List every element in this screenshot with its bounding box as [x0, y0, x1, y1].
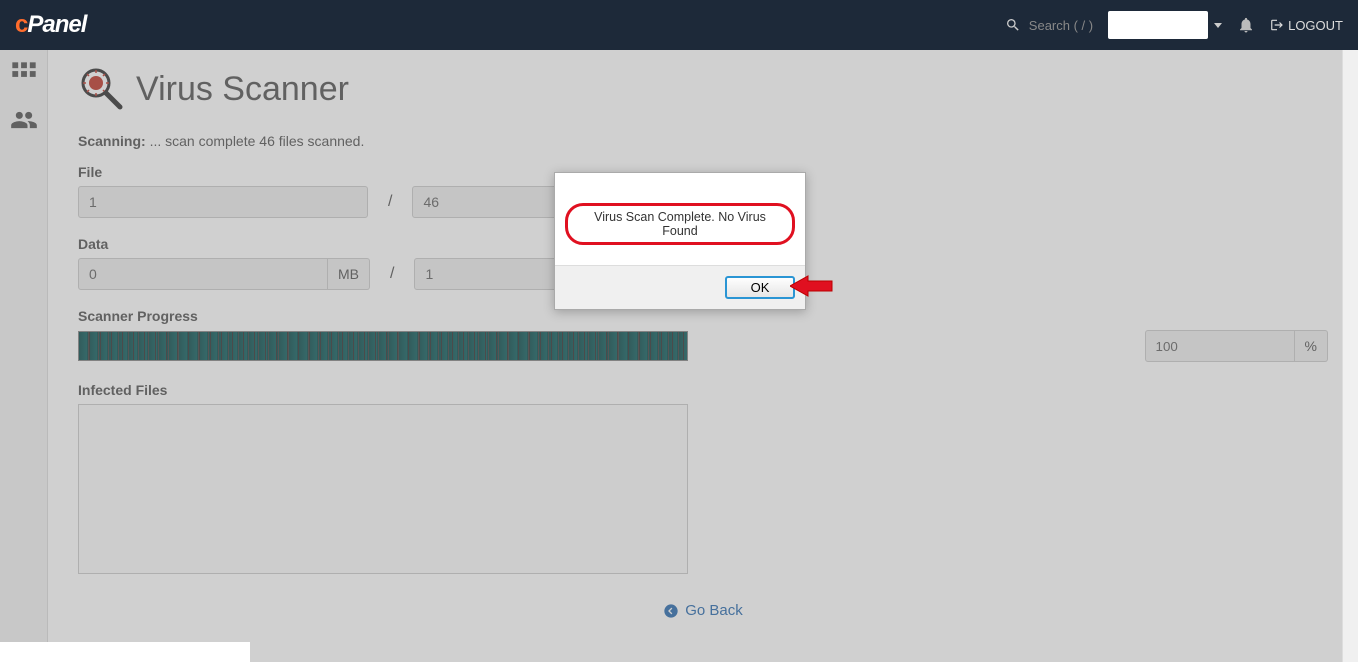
logout-icon: [1270, 18, 1284, 32]
arrow-left-circle-icon: [663, 603, 679, 619]
virus-scanner-icon: [78, 65, 126, 113]
notifications-icon[interactable]: [1237, 16, 1255, 34]
user-dropdown[interactable]: [1108, 11, 1208, 39]
modal-message: Virus Scan Complete. No Virus Found: [565, 203, 795, 245]
search-box[interactable]: Search ( / ): [1005, 17, 1093, 33]
data-current-input: [78, 258, 328, 290]
divider: /: [388, 193, 392, 211]
file-current-input: [78, 186, 368, 218]
logout-button[interactable]: LOGOUT: [1270, 18, 1343, 33]
chevron-down-icon[interactable]: [1214, 23, 1222, 28]
ok-button[interactable]: OK: [725, 276, 795, 299]
logout-label: LOGOUT: [1288, 18, 1343, 33]
progress-percent-input: [1145, 330, 1295, 362]
data-unit: MB: [328, 258, 370, 290]
footer-spacer: [0, 642, 250, 662]
divider: /: [390, 265, 394, 283]
percent-symbol: %: [1295, 330, 1328, 362]
scrollbar[interactable]: [1342, 50, 1358, 662]
infected-files-label: Infected Files: [78, 382, 1328, 398]
sidebar-users-icon[interactable]: [10, 106, 38, 134]
search-placeholder: Search ( / ): [1029, 18, 1093, 33]
go-back-link[interactable]: Go Back: [663, 602, 743, 619]
search-icon: [1005, 17, 1021, 33]
sidebar-apps-icon[interactable]: [10, 60, 38, 88]
progress-label: Scanner Progress: [78, 308, 1328, 324]
logo[interactable]: cPanel: [15, 11, 86, 39]
page-title: Virus Scanner: [136, 70, 349, 109]
scanning-status-line: Scanning: ... scan complete 46 files sca…: [78, 133, 1328, 149]
progress-bar: [78, 331, 688, 361]
infected-files-textarea[interactable]: [78, 404, 688, 574]
alert-modal: Virus Scan Complete. No Virus Found OK: [554, 172, 806, 310]
annotation-arrow-icon: [790, 274, 835, 298]
